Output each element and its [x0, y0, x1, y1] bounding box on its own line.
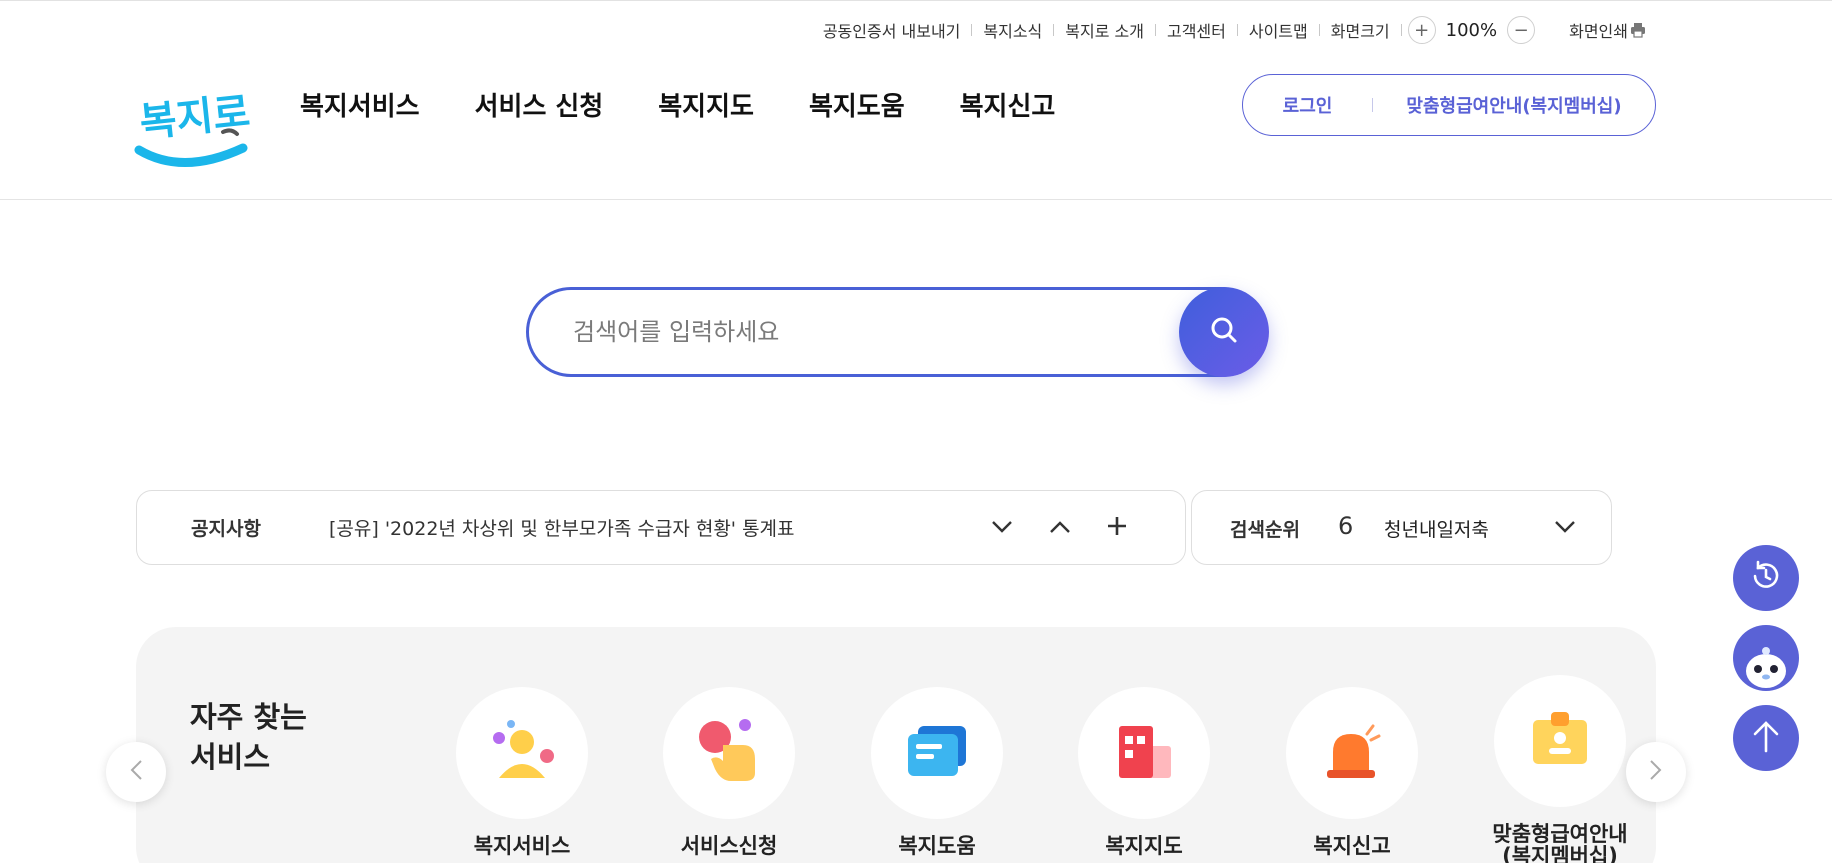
frequent-services: 자주 찾는 서비스 복지서비스 서비스신청 복지도움 복지지도 복지신고 맞춤형…: [136, 627, 1656, 863]
search-rank-term[interactable]: 청년내일저축: [1384, 515, 1489, 542]
utility-bar: 공동인증서 내보내기 복지소식 복지로 소개 고객센터 사이트맵 화면크기 + …: [812, 16, 1646, 44]
search-rank-number: 6: [1338, 512, 1354, 540]
nav-service-apply[interactable]: 서비스 신청: [475, 86, 604, 123]
notice-next-button[interactable]: [987, 513, 1017, 543]
building-icon: [1109, 716, 1179, 790]
service-item-map[interactable]: 복지지도: [1064, 687, 1224, 857]
service-icon-circle: [871, 687, 1003, 819]
service-item-help[interactable]: 복지도움: [857, 687, 1017, 857]
page: 공동인증서 내보내기 복지소식 복지로 소개 고객센터 사이트맵 화면크기 + …: [0, 0, 1832, 863]
service-item-apply[interactable]: 서비스신청: [649, 687, 809, 857]
service-label: 복지서비스: [473, 834, 571, 858]
chevron-up-icon: [1049, 519, 1071, 538]
search-box: [526, 287, 1269, 377]
notice-bar: 공지사항 [공유] '2022년 차상위 및 한부모가족 수급자 현황' 통계표: [136, 490, 1186, 565]
service-icon-circle: [1494, 675, 1626, 807]
chatbot-mascot-icon: [1733, 625, 1799, 691]
carousel-prev-button[interactable]: [106, 742, 166, 802]
scroll-top-button[interactable]: [1733, 705, 1799, 771]
notice-more-button[interactable]: [1102, 513, 1132, 543]
carousel-next-button[interactable]: [1626, 742, 1686, 802]
logo-wordmark: 복지로: [138, 89, 251, 146]
util-about-link[interactable]: 복지로 소개: [1054, 18, 1155, 42]
service-label: 서비스신청: [680, 834, 778, 858]
service-icon-circle: [663, 687, 795, 819]
service-icon-circle: [1078, 687, 1210, 819]
id-card-icon: [1525, 704, 1595, 778]
siren-icon: [1317, 716, 1387, 790]
service-item-custom[interactable]: 맞춤형급여안내 (복지멤버십): [1480, 675, 1640, 863]
search-icon: [1209, 315, 1239, 349]
chatbot-button[interactable]: [1733, 625, 1799, 691]
recent-history-button[interactable]: [1733, 545, 1799, 611]
service-label: 복지신고: [1313, 834, 1391, 858]
header-divider: [0, 199, 1832, 200]
util-news-link[interactable]: 복지소식: [972, 18, 1053, 42]
print-label: 화면인쇄: [1569, 22, 1628, 41]
printer-icon: [1630, 22, 1646, 38]
message-icon: [902, 716, 972, 790]
top-border: [0, 0, 1832, 1]
service-label: 맞춤형급여안내 (복지멤버십): [1492, 822, 1628, 863]
person-icon: [487, 716, 557, 790]
print-button[interactable]: 화면인쇄: [1541, 18, 1646, 42]
service-item-report[interactable]: 복지신고: [1272, 687, 1432, 857]
arrow-up-icon: [1751, 719, 1781, 757]
util-cert-export-link[interactable]: 공동인증서 내보내기: [812, 18, 972, 42]
main-nav: 복지서비스 서비스 신청 복지지도 복지도움 복지신고: [300, 86, 1110, 123]
zoom-out-button[interactable]: −: [1507, 16, 1536, 44]
site-logo[interactable]: 복지로: [133, 72, 252, 178]
screen-size-label: 화면크기: [1330, 22, 1390, 41]
search-rank-toggle[interactable]: [1550, 513, 1580, 543]
custom-benefit-button[interactable]: 맞춤형급여안내(복지멤버십): [1373, 92, 1655, 118]
notice-label: 공지사항: [191, 518, 261, 540]
section-title: 자주 찾는 서비스: [190, 700, 307, 774]
notice-link[interactable]: [공유] '2022년 차상위 및 한부모가족 수급자 현황' 통계표: [329, 514, 795, 541]
util-support-link[interactable]: 고객센터: [1156, 18, 1237, 42]
service-icon-circle: [1286, 687, 1418, 819]
search-button[interactable]: [1179, 287, 1269, 377]
login-button[interactable]: 로그인: [1243, 92, 1372, 118]
service-label: 복지지도: [1105, 834, 1183, 858]
util-sitemap-link[interactable]: 사이트맵: [1238, 18, 1319, 42]
history-icon: [1749, 559, 1783, 597]
hand-tap-icon: [693, 715, 765, 791]
service-label: 복지도움: [898, 834, 976, 858]
plus-icon: [1106, 515, 1128, 541]
search-input[interactable]: [573, 290, 1173, 374]
zoom-value: 100%: [1445, 19, 1498, 41]
chevron-down-icon: [991, 519, 1013, 538]
divider: [1400, 24, 1402, 36]
service-item-welfare[interactable]: 복지서비스: [442, 687, 602, 857]
nav-welfare-report[interactable]: 복지신고: [960, 86, 1056, 123]
chevron-down-icon: [1554, 519, 1576, 538]
service-icon-circle: [456, 687, 588, 819]
search-rank-bar: 검색순위 6 청년내일저축: [1191, 490, 1612, 565]
notice-prev-button[interactable]: [1045, 513, 1075, 543]
nav-welfare-map[interactable]: 복지지도: [658, 86, 754, 123]
chevron-right-icon: [1649, 759, 1663, 785]
zoom-in-button[interactable]: +: [1407, 16, 1436, 44]
search-rank-label: 검색순위: [1230, 519, 1300, 541]
nav-welfare-service[interactable]: 복지서비스: [300, 86, 420, 123]
nav-welfare-help[interactable]: 복지도움: [809, 86, 905, 123]
member-box: 로그인 맞춤형급여안내(복지멤버십): [1242, 74, 1656, 136]
chevron-left-icon: [129, 759, 143, 785]
